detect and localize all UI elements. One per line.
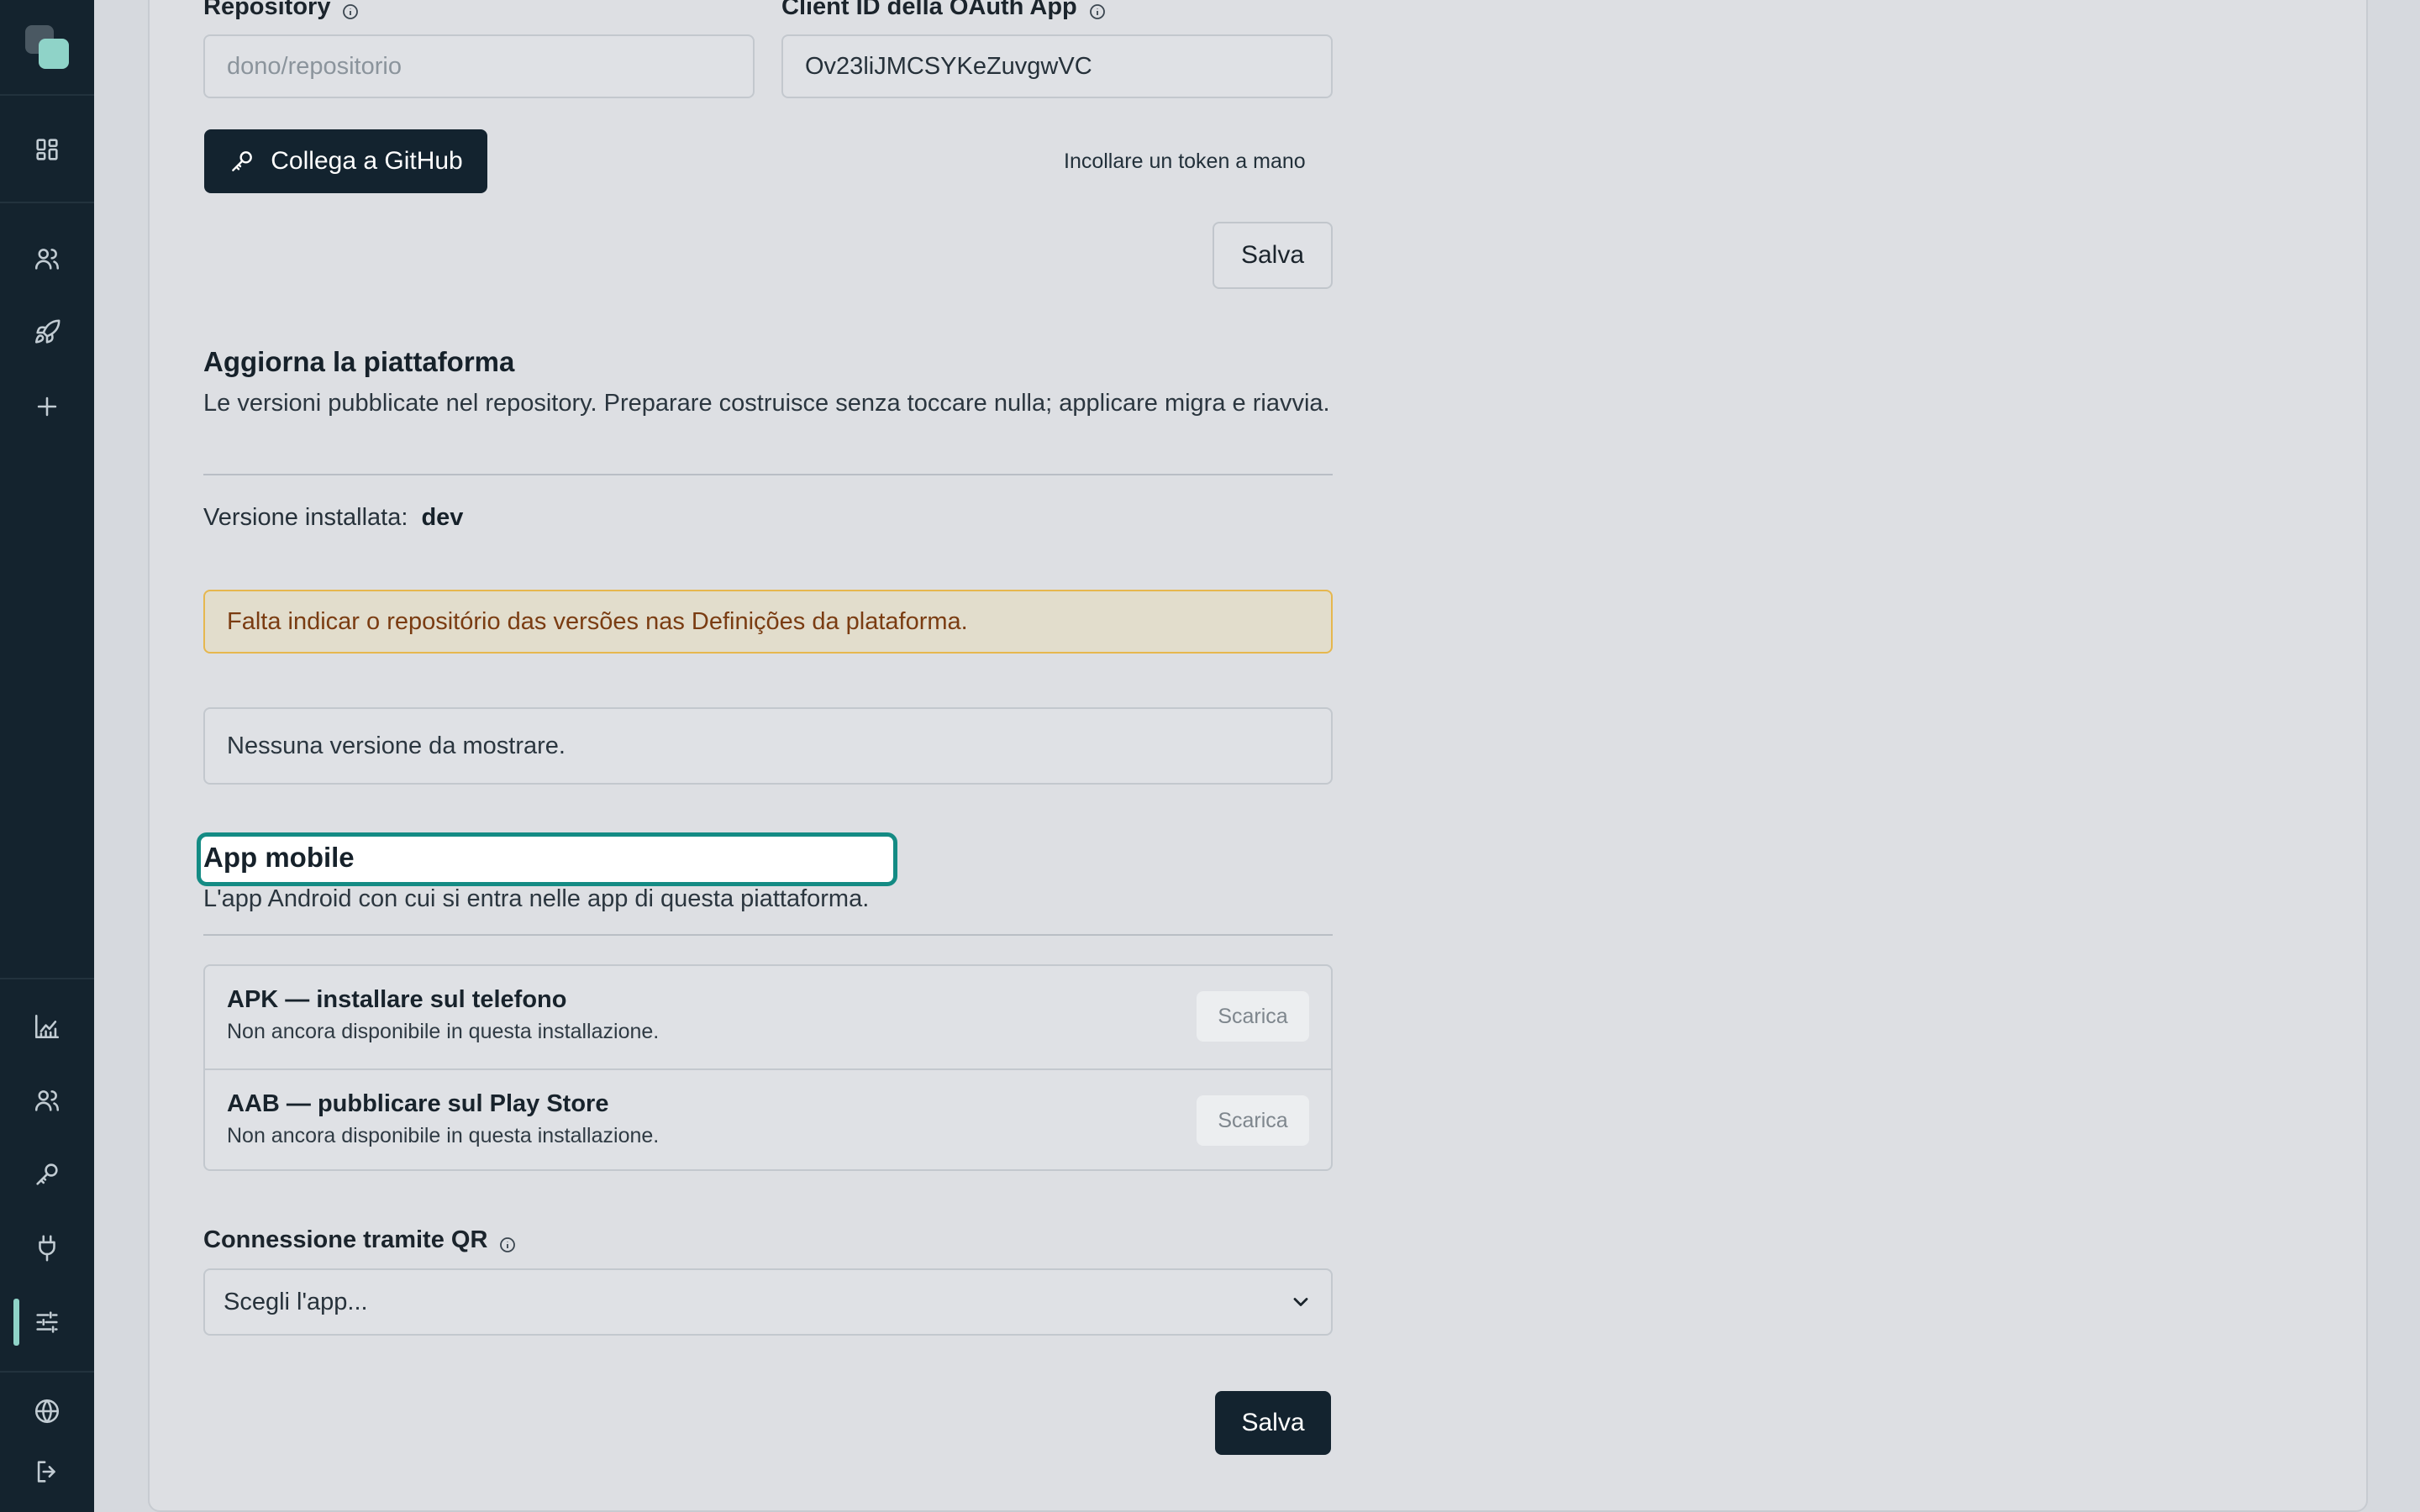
info-icon[interactable]: [342, 0, 359, 19]
repository-input[interactable]: [203, 34, 755, 98]
team-icon: [34, 1090, 60, 1111]
save-mobile-label: Salva: [1241, 1409, 1305, 1436]
app-logo[interactable]: [25, 25, 71, 71]
sidebar-item-team[interactable]: [25, 1079, 69, 1122]
sidebar-divider: [0, 1371, 94, 1373]
sidebar-item-language[interactable]: [25, 1389, 69, 1433]
rocket-icon: [34, 319, 60, 344]
repository-label-text: Repository: [203, 0, 331, 20]
update-section-description: Le versioni pubblicate nel repository. P…: [203, 390, 1330, 417]
apk-subtitle: Non ancora disponibile in questa install…: [227, 1020, 660, 1043]
analytics-icon: [34, 1014, 60, 1039]
paste-token-link[interactable]: Incollare un token a mano: [1064, 150, 1306, 174]
sidebar-item-add[interactable]: [25, 385, 69, 428]
globe-icon: [34, 1399, 60, 1424]
sidebar-item-deploy[interactable]: [25, 311, 69, 354]
chevron-down-icon: [1289, 1290, 1313, 1314]
mobile-section-description: L'app Android con cui si entra nelle app…: [203, 885, 870, 912]
plus-icon: [37, 396, 57, 417]
apk-title: APK — installare sul telefono: [227, 986, 567, 1013]
dashboard-icon: [36, 139, 58, 160]
sidebar-item-settings[interactable]: [25, 1300, 69, 1344]
sidebar-item-integrations[interactable]: [25, 1226, 69, 1270]
download-apk-button[interactable]: Scarica: [1197, 991, 1309, 1042]
settings-sliders-icon: [36, 1311, 58, 1333]
warning-text: Falta indicar o repositório das versões …: [227, 607, 968, 635]
users-icon: [34, 249, 60, 270]
repository-label: Repository: [203, 0, 359, 21]
versions-empty-state: Nessuna versione da mostrare.: [203, 707, 1333, 785]
connect-github-label: Collega a GitHub: [271, 147, 463, 175]
download-aab-button[interactable]: Scarica: [1197, 1095, 1309, 1146]
aab-subtitle: Non ancora disponibile in questa install…: [227, 1124, 660, 1147]
client-id-input[interactable]: [781, 34, 1333, 98]
sidebar-item-users[interactable]: [25, 237, 69, 281]
info-icon[interactable]: [499, 1232, 516, 1252]
save-mobile-button[interactable]: Salva: [1215, 1391, 1331, 1455]
sidebar-active-indicator: [13, 1299, 19, 1346]
section-divider: [203, 934, 1333, 936]
installed-version-label: Versione installata:: [203, 504, 408, 531]
mobile-downloads-list: APK — installare sul telefono Non ancora…: [203, 964, 1333, 1171]
sidebar: [0, 0, 94, 1512]
sidebar-divider: [0, 978, 94, 979]
list-item: APK — installare sul telefono Non ancora…: [205, 966, 1331, 1067]
qr-connection-label: Connessione tramite QR: [203, 1226, 516, 1254]
sidebar-item-logout[interactable]: [25, 1450, 69, 1494]
aab-title: AAB — pubblicare sul Play Store: [227, 1090, 609, 1117]
client-id-label: Client ID della OAuth App: [781, 0, 1106, 21]
save-github-button[interactable]: Salva: [1213, 222, 1333, 289]
installed-version-value: dev: [421, 504, 464, 531]
empty-versions-text: Nessuna versione da mostrare.: [227, 732, 566, 759]
sidebar-divider: [0, 94, 94, 96]
qr-label-text: Connessione tramite QR: [203, 1226, 488, 1253]
info-icon[interactable]: [1089, 0, 1106, 19]
key-icon: [36, 1163, 58, 1185]
sidebar-divider: [0, 202, 94, 203]
qr-select-value: Scegli l'app...: [224, 1288, 368, 1315]
list-item: AAB — pubblicare sul Play Store Non anco…: [205, 1068, 1331, 1171]
warning-alert: Falta indicar o repositório das versões …: [203, 590, 1333, 654]
plug-icon: [39, 1235, 55, 1262]
sidebar-item-keys[interactable]: [25, 1152, 69, 1196]
sidebar-item-analytics[interactable]: [25, 1005, 69, 1048]
mobile-section-title: App mobile: [203, 842, 355, 873]
sidebar-item-dashboard[interactable]: [25, 128, 69, 171]
update-section-title: Aggiorna la piattaforma: [203, 346, 515, 377]
section-divider: [203, 474, 1333, 475]
installed-version: Versione installata: dev: [203, 504, 463, 532]
client-id-label-text: Client ID della OAuth App: [781, 0, 1077, 20]
connect-github-button[interactable]: Collega a GitHub: [204, 129, 487, 193]
logout-icon: [37, 1461, 55, 1483]
qr-app-select[interactable]: Scegli l'app...: [203, 1268, 1333, 1336]
key-icon: [232, 151, 253, 171]
